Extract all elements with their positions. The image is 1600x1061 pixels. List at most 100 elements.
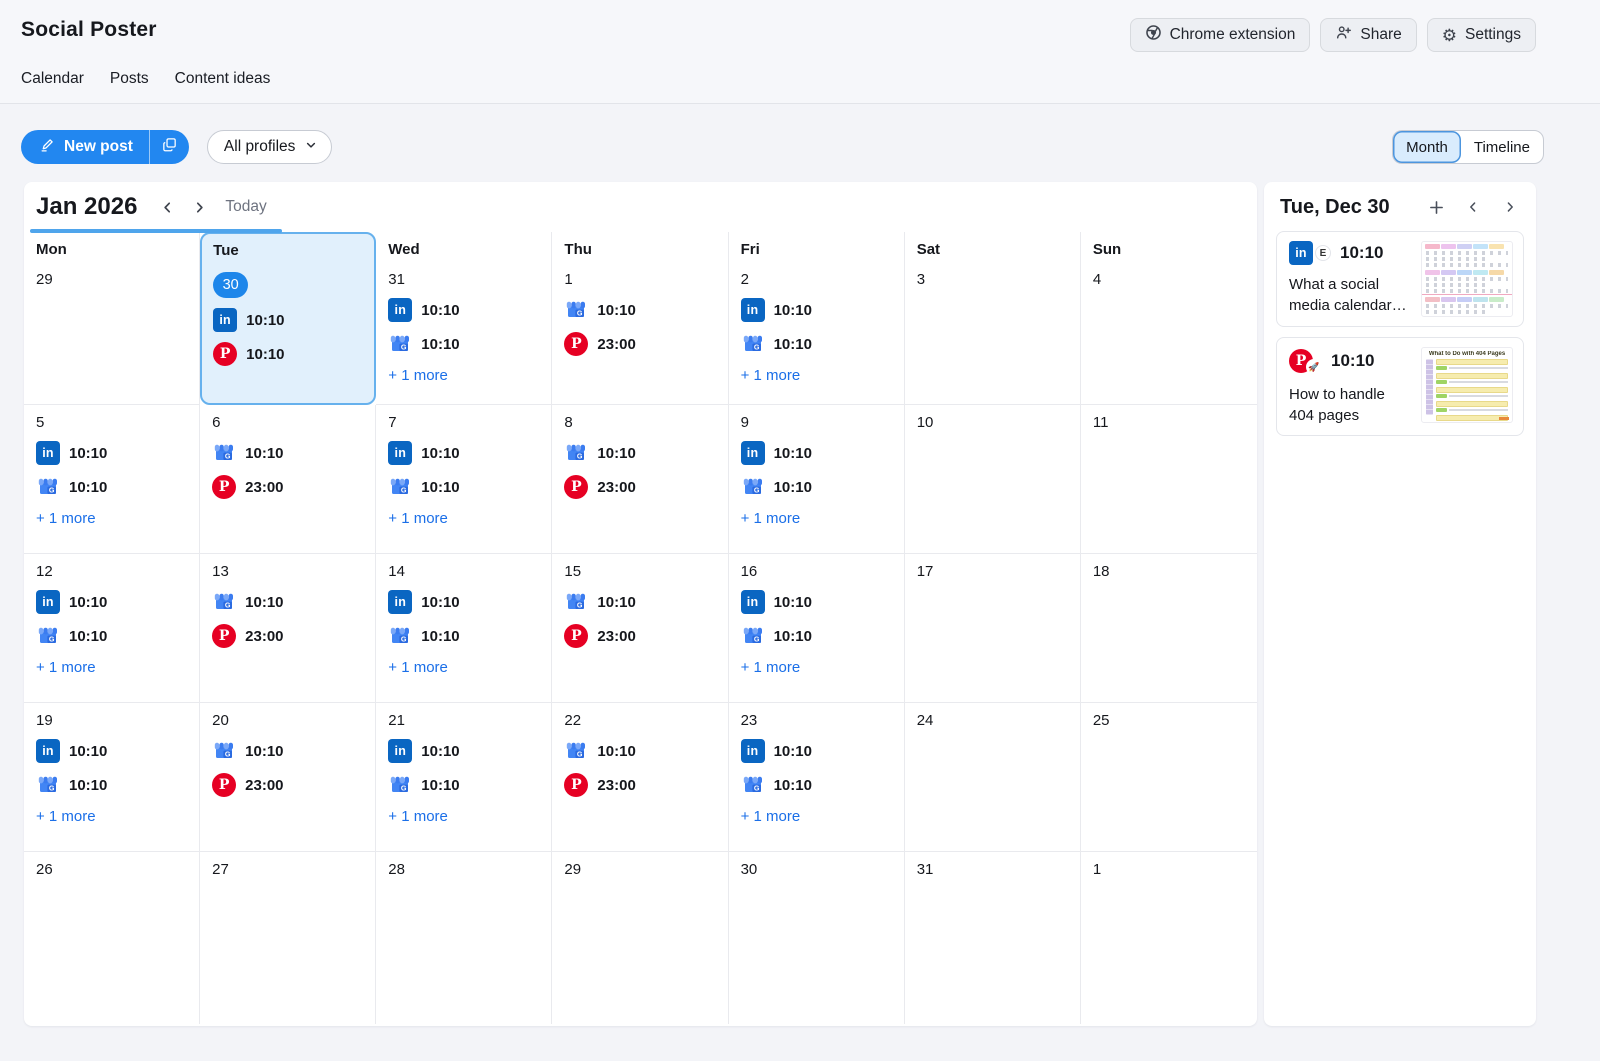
more-posts-link[interactable]: + 1 more (36, 659, 187, 676)
scheduled-post[interactable]: P23:00 (564, 773, 715, 797)
calendar-day-cell[interactable]: 13G10:10P23:00 (200, 554, 376, 703)
scheduled-post[interactable]: G10:10 (36, 624, 187, 648)
sidebar-post-card[interactable]: inE10:10What a social media calendar c..… (1276, 231, 1524, 327)
more-posts-link[interactable]: + 1 more (388, 808, 539, 825)
scheduled-post[interactable]: P23:00 (212, 624, 363, 648)
calendar-day-cell[interactable]: 12in10:10G10:10+ 1 more (24, 554, 200, 703)
more-posts-link[interactable]: + 1 more (741, 510, 892, 527)
more-posts-link[interactable]: + 1 more (741, 808, 892, 825)
scheduled-post[interactable]: G10:10 (741, 332, 892, 356)
scheduled-post[interactable]: in10:10 (388, 739, 539, 763)
calendar-day-cell[interactable]: 8G10:10P23:00 (552, 405, 728, 554)
scheduled-post[interactable]: P23:00 (564, 624, 715, 648)
scheduled-post[interactable]: G10:10 (741, 475, 892, 499)
calendar-day-cell[interactable]: 26 (24, 852, 200, 1024)
more-posts-link[interactable]: + 1 more (388, 510, 539, 527)
scheduled-post[interactable]: G10:10 (388, 475, 539, 499)
more-posts-link[interactable]: + 1 more (388, 659, 539, 676)
scheduled-post[interactable]: in10:10 (388, 298, 539, 322)
calendar-day-cell[interactable]: 5in10:10G10:10+ 1 more (24, 405, 200, 554)
calendar-day-cell[interactable]: Sat3 (905, 232, 1081, 405)
calendar-day-cell[interactable]: 1 (1081, 852, 1257, 1024)
scheduled-post[interactable]: G10:10 (212, 739, 363, 763)
scheduled-post[interactable]: in10:10 (741, 590, 892, 614)
calendar-day-cell[interactable]: 23in10:10G10:10+ 1 more (729, 703, 905, 852)
scheduled-post[interactable]: G10:10 (36, 475, 187, 499)
calendar-day-cell[interactable]: Sun4 (1081, 232, 1257, 405)
calendar-day-cell[interactable]: Wed31in10:10G10:10+ 1 more (376, 232, 552, 405)
scheduled-post[interactable]: G10:10 (564, 739, 715, 763)
scheduled-post[interactable]: G10:10 (388, 624, 539, 648)
add-post-button[interactable] (1426, 195, 1446, 219)
calendar-scrollbar-thumb[interactable] (30, 229, 282, 233)
scheduled-post[interactable]: in10:10 (36, 739, 187, 763)
prev-month-button[interactable] (151, 191, 183, 223)
calendar-day-cell[interactable]: 25 (1081, 703, 1257, 852)
scheduled-post[interactable]: G10:10 (388, 773, 539, 797)
calendar-day-cell[interactable]: 14in10:10G10:10+ 1 more (376, 554, 552, 703)
calendar-day-cell[interactable]: 9in10:10G10:10+ 1 more (729, 405, 905, 554)
calendar-day-cell[interactable]: Fri2in10:10G10:10+ 1 more (729, 232, 905, 405)
view-toggle-month[interactable]: Month (1393, 131, 1461, 163)
prev-day-button[interactable] (1463, 195, 1483, 219)
tab-content-ideas[interactable]: Content ideas (175, 70, 271, 88)
scheduled-post[interactable]: G10:10 (388, 332, 539, 356)
calendar-day-cell[interactable]: 31 (905, 852, 1081, 1024)
scheduled-post[interactable]: in10:10 (36, 590, 187, 614)
more-posts-link[interactable]: + 1 more (388, 367, 539, 384)
scheduled-post[interactable]: G10:10 (564, 441, 715, 465)
calendar-day-cell[interactable]: 19in10:10G10:10+ 1 more (24, 703, 200, 852)
scheduled-post[interactable]: P23:00 (212, 773, 363, 797)
scheduled-post[interactable]: in10:10 (741, 441, 892, 465)
share-button[interactable]: Share (1320, 18, 1416, 52)
more-posts-link[interactable]: + 1 more (36, 510, 187, 527)
profiles-dropdown[interactable]: All profiles (207, 130, 333, 164)
scheduled-post[interactable]: P10:10 (213, 342, 363, 366)
calendar-day-cell[interactable]: 30 (729, 852, 905, 1024)
next-month-button[interactable] (183, 191, 215, 223)
calendar-day-cell[interactable]: 11 (1081, 405, 1257, 554)
scheduled-post[interactable]: G10:10 (36, 773, 187, 797)
scheduled-post[interactable]: P23:00 (564, 332, 715, 356)
calendar-day-cell[interactable]: 22G10:10P23:00 (552, 703, 728, 852)
scheduled-post[interactable]: P23:00 (212, 475, 363, 499)
calendar-day-cell[interactable]: 10 (905, 405, 1081, 554)
view-toggle-timeline[interactable]: Timeline (1461, 131, 1543, 163)
scheduled-post[interactable]: in10:10 (36, 441, 187, 465)
scheduled-post[interactable]: G10:10 (564, 298, 715, 322)
calendar-day-cell[interactable]: 27 (200, 852, 376, 1024)
next-day-button[interactable] (1500, 195, 1520, 219)
scheduled-post[interactable]: in10:10 (741, 298, 892, 322)
today-button[interactable]: Today (225, 198, 266, 216)
calendar-day-cell[interactable]: 20G10:10P23:00 (200, 703, 376, 852)
more-posts-link[interactable]: + 1 more (741, 367, 892, 384)
scheduled-post[interactable]: in10:10 (388, 441, 539, 465)
calendar-day-cell[interactable]: 17 (905, 554, 1081, 703)
scheduled-post[interactable]: G10:10 (741, 624, 892, 648)
tab-posts[interactable]: Posts (110, 70, 149, 88)
calendar-day-cell[interactable]: 16in10:10G10:10+ 1 more (729, 554, 905, 703)
new-post-bulk-button[interactable] (150, 130, 189, 164)
settings-button[interactable]: ⚙ Settings (1427, 18, 1536, 52)
calendar-day-cell[interactable]: 24 (905, 703, 1081, 852)
calendar-day-cell[interactable]: 6G10:10P23:00 (200, 405, 376, 554)
calendar-day-cell[interactable]: 28 (376, 852, 552, 1024)
scheduled-post[interactable]: in10:10 (741, 739, 892, 763)
scheduled-post[interactable]: G10:10 (564, 590, 715, 614)
calendar-day-cell[interactable]: 15G10:10P23:00 (552, 554, 728, 703)
calendar-day-cell[interactable]: 7in10:10G10:10+ 1 more (376, 405, 552, 554)
tab-calendar[interactable]: Calendar (21, 70, 84, 88)
scheduled-post[interactable]: G10:10 (212, 590, 363, 614)
more-posts-link[interactable]: + 1 more (36, 808, 187, 825)
sidebar-post-card[interactable]: P🚀10:10How to handle 404 pagesWhat to Do… (1276, 337, 1524, 436)
scheduled-post[interactable]: P23:00 (564, 475, 715, 499)
calendar-day-cell[interactable]: Tue30in10:10P10:10 (200, 232, 376, 405)
calendar-day-cell[interactable]: 21in10:10G10:10+ 1 more (376, 703, 552, 852)
calendar-day-cell[interactable]: 29 (552, 852, 728, 1024)
scheduled-post[interactable]: in10:10 (388, 590, 539, 614)
calendar-day-cell[interactable]: Mon29 (24, 232, 200, 405)
calendar-day-cell[interactable]: 18 (1081, 554, 1257, 703)
more-posts-link[interactable]: + 1 more (741, 659, 892, 676)
new-post-button[interactable]: New post (21, 130, 149, 164)
calendar-day-cell[interactable]: Thu1G10:10P23:00 (552, 232, 728, 405)
